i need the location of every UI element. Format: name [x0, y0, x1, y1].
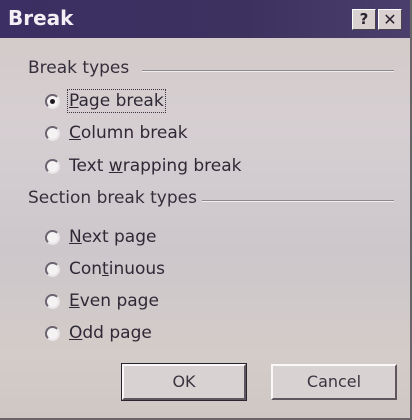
radio-label[interactable]: Text wrapping break	[69, 156, 242, 176]
title-bar[interactable]: Break ? ✕	[0, 0, 410, 38]
ok-button[interactable]: OK	[121, 363, 247, 401]
radio-button[interactable]	[45, 125, 60, 141]
radio-button[interactable]	[45, 325, 60, 341]
radio-label[interactable]: Even page	[69, 291, 159, 311]
radio-label[interactable]: Continuous	[69, 259, 165, 279]
radio-continuous[interactable]: Continuous	[45, 256, 165, 282]
radio-button[interactable]	[45, 293, 60, 309]
radio-column-break[interactable]: Column break	[45, 120, 188, 146]
close-icon: ✕	[383, 10, 397, 29]
radio-page-break[interactable]: Page break	[45, 88, 166, 114]
help-button[interactable]: ?	[352, 9, 376, 30]
radio-button[interactable]	[45, 229, 60, 245]
radio-label[interactable]: Odd page	[69, 323, 152, 343]
close-button[interactable]: ✕	[378, 9, 402, 30]
radio-label[interactable]: Page break	[67, 89, 166, 113]
section-break-types-divider	[202, 200, 394, 202]
radio-label[interactable]: Column break	[69, 123, 188, 143]
dialog-title: Break	[8, 6, 74, 30]
radio-label[interactable]: Next page	[69, 227, 156, 247]
radio-button[interactable]	[45, 261, 60, 277]
question-mark-icon: ?	[359, 10, 369, 28]
break-types-label: Break types	[28, 58, 130, 78]
section-break-types-label: Section break types	[28, 188, 197, 208]
break-types-divider	[142, 70, 394, 72]
radio-button[interactable]	[45, 158, 60, 174]
radio-button-checked[interactable]	[45, 93, 60, 109]
radio-text-wrapping-break[interactable]: Text wrapping break	[45, 153, 242, 179]
radio-next-page[interactable]: Next page	[45, 224, 156, 250]
break-dialog: Break ? ✕ Break types Page break Column …	[0, 0, 412, 420]
radio-odd-page[interactable]: Odd page	[45, 320, 152, 346]
radio-even-page[interactable]: Even page	[45, 288, 159, 314]
cancel-button[interactable]: Cancel	[271, 364, 397, 400]
